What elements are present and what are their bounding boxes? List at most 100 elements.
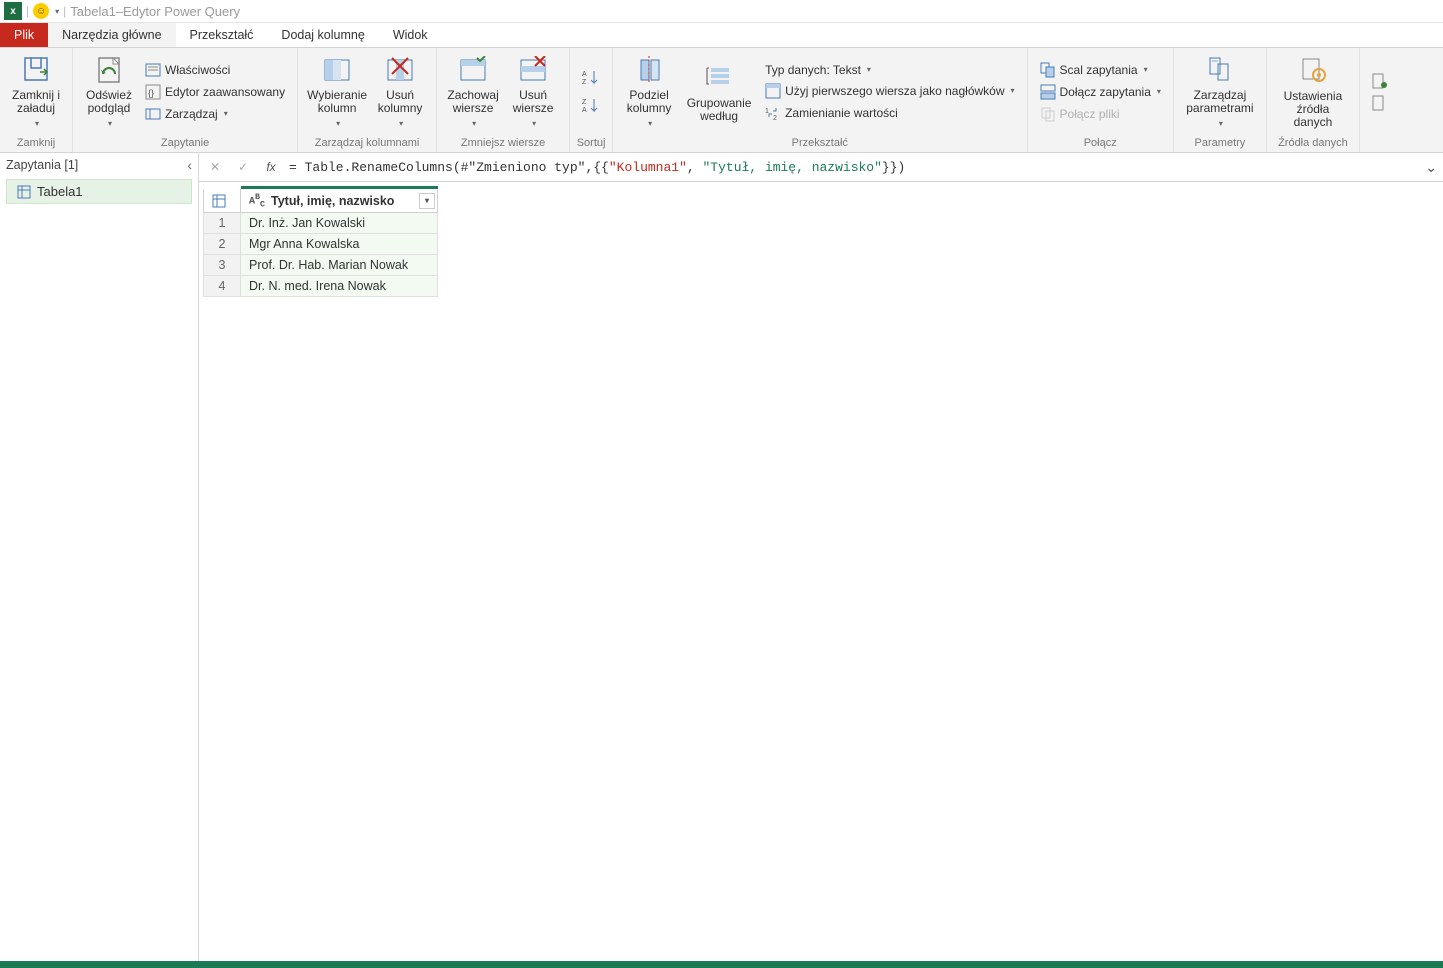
svg-text:1: 1 (765, 108, 769, 115)
keep-rows-label: Zachowaj wiersze (447, 89, 498, 115)
queries-header: Zapytania [1] ‹ (0, 153, 198, 177)
combine-files-button: Połącz pliki (1036, 104, 1165, 124)
use-headers-button[interactable]: Użyj pierwszego wiersza jako nagłówków ▾ (761, 81, 1018, 101)
tab-transform[interactable]: Przekształć (176, 23, 268, 47)
merge-queries-icon (1040, 62, 1056, 78)
svg-text:A: A (582, 71, 587, 78)
group-transform-title: Przekształć (617, 135, 1022, 152)
close-apply-button[interactable]: Zamknij i załaduj ▾ (6, 51, 66, 132)
choose-columns-icon (321, 53, 353, 87)
formula-text[interactable]: = Table.RenameColumns(#"Zmieniono typ",{… (289, 160, 905, 175)
group-reduce-rows-title: Zmniejsz wiersze (441, 135, 565, 152)
group-manage-columns-title: Zarządzaj kolumnami (302, 135, 432, 152)
use-headers-caret-icon: ▾ (1011, 86, 1015, 95)
tab-addcolumn[interactable]: Dodaj kolumnę (267, 23, 378, 47)
data-type-button[interactable]: Typ danych: Tekst ▾ (761, 61, 1018, 79)
properties-button[interactable]: Właściwości (141, 60, 289, 80)
tab-home[interactable]: Narzędzia główne (48, 23, 175, 47)
cell: Mgr Anna Kowalska (241, 234, 438, 255)
keep-rows-button[interactable]: Zachowaj wiersze ▾ (443, 51, 503, 132)
formula-bar: ✕ ✓ fx = Table.RenameColumns(#"Zmieniono… (199, 153, 1443, 182)
manage-parameters-caret-icon: ▾ (1219, 117, 1223, 130)
choose-columns-caret-icon: ▾ (336, 117, 340, 130)
data-source-settings-label: Ustawienia źródła danych (1277, 90, 1349, 129)
table-row[interactable]: 4 Dr. N. med. Irena Nowak (204, 276, 438, 297)
fx-icon[interactable]: fx (261, 157, 281, 177)
smiley-icon[interactable]: ☺ (33, 3, 49, 19)
data-preview: ABC Tytuł, imię, nazwisko ▾ 1 Dr. Inż. J… (199, 182, 1443, 961)
data-source-settings-button[interactable]: Ustawienia źródła danych (1273, 52, 1353, 131)
split-column-button[interactable]: Podziel kolumny ▾ (619, 51, 679, 132)
sort-asc-icon: AZ (582, 69, 600, 87)
group-query: Odśwież podgląd ▾ Właściwości {} Edytor … (73, 48, 298, 152)
manage-parameters-button[interactable]: Zarządzaj parametrami ▾ (1180, 51, 1260, 132)
refresh-icon (93, 53, 125, 87)
append-queries-caret-icon: ▾ (1157, 87, 1161, 96)
cancel-formula-icon[interactable]: ✕ (205, 157, 225, 177)
collapse-pane-icon[interactable]: ‹ (187, 157, 192, 173)
column-filter-button[interactable]: ▾ (419, 193, 435, 209)
text-type-icon: ABC (249, 192, 265, 209)
svg-text:Z: Z (582, 79, 587, 86)
expand-formula-icon[interactable]: ⌄ (1425, 159, 1437, 176)
remove-rows-icon (517, 53, 549, 87)
table-row[interactable]: 3 Prof. Dr. Hab. Marian Nowak (204, 255, 438, 276)
advanced-editor-button[interactable]: {} Edytor zaawansowany (141, 82, 289, 102)
manage-caret-icon: ▾ (224, 109, 228, 118)
sort-desc-button[interactable]: ZA (578, 93, 604, 119)
qat-caret-icon[interactable]: ▾ (55, 7, 59, 16)
keep-rows-icon (457, 53, 489, 87)
data-source-settings-icon (1297, 54, 1329, 88)
keep-rows-caret-icon: ▾ (472, 117, 476, 130)
group-query-title: Zapytanie (77, 135, 293, 152)
group-by-icon (703, 61, 735, 95)
column-header[interactable]: ABC Tytuł, imię, nazwisko ▾ (241, 188, 438, 213)
row-index: 2 (204, 234, 241, 255)
data-type-caret-icon: ▾ (867, 65, 871, 74)
append-queries-button[interactable]: Dołącz zapytania ▾ (1036, 82, 1165, 102)
sort-asc-button[interactable]: AZ (578, 65, 604, 91)
new-source-icon (1372, 73, 1388, 89)
title-bar: x | ☺ ▾ | Tabela1–Edytor Power Query (0, 0, 1443, 23)
refresh-preview-label: Odśwież podgląd (86, 89, 132, 115)
advanced-editor-icon: {} (145, 84, 161, 100)
work-area: ✕ ✓ fx = Table.RenameColumns(#"Zmieniono… (199, 153, 1443, 961)
select-all-cell[interactable] (204, 188, 241, 213)
svg-text:A: A (582, 107, 587, 114)
close-apply-caret-icon: ▾ (35, 117, 39, 130)
confirm-formula-icon[interactable]: ✓ (233, 157, 253, 177)
merge-queries-caret-icon: ▾ (1144, 65, 1148, 74)
group-new-query-title (1364, 135, 1396, 152)
remove-rows-button[interactable]: Usuń wiersze ▾ (503, 51, 563, 132)
row-index: 4 (204, 276, 241, 297)
cell: Prof. Dr. Hab. Marian Nowak (241, 255, 438, 276)
query-item-tabela1[interactable]: Tabela1 (6, 179, 192, 204)
group-parameters-title: Parametry (1178, 135, 1262, 152)
table-row[interactable]: 1 Dr. Inż. Jan Kowalski (204, 213, 438, 234)
manage-icon (145, 106, 161, 122)
replace-values-button[interactable]: 12 Zamienianie wartości (761, 103, 1018, 123)
table-row[interactable]: 2 Mgr Anna Kowalska (204, 234, 438, 255)
manage-parameters-label: Zarządzaj parametrami (1186, 89, 1253, 115)
manage-parameters-icon (1204, 53, 1236, 87)
group-by-button[interactable]: Grupowanie według (679, 59, 759, 125)
table-icon (17, 185, 31, 199)
remove-columns-button[interactable]: Usuń kolumny ▾ (370, 51, 430, 132)
merge-queries-button[interactable]: Scal zapytania ▾ (1036, 60, 1165, 80)
append-queries-icon (1040, 84, 1056, 100)
choose-columns-button[interactable]: Wybieranie kolumn ▾ (304, 51, 370, 132)
tab-view[interactable]: Widok (379, 23, 442, 47)
refresh-preview-button[interactable]: Odśwież podgląd ▾ (79, 51, 139, 132)
recent-sources-button[interactable] (1368, 93, 1392, 113)
tab-file[interactable]: Plik (0, 23, 48, 47)
group-data-sources-title: Źródła danych (1271, 135, 1355, 152)
choose-columns-label: Wybieranie kolumn (307, 89, 367, 115)
group-manage-columns: Wybieranie kolumn ▾ Usuń kolumny ▾ Zarzą… (298, 48, 437, 152)
combine-files-icon (1040, 106, 1056, 122)
group-sort-title: Sortuj (574, 135, 608, 152)
use-headers-label: Użyj pierwszego wiersza jako nagłówków (785, 84, 1004, 98)
new-source-button[interactable] (1368, 71, 1392, 91)
replace-values-label: Zamienianie wartości (785, 106, 898, 120)
status-bar (0, 961, 1443, 968)
manage-button[interactable]: Zarządzaj ▾ (141, 104, 289, 124)
